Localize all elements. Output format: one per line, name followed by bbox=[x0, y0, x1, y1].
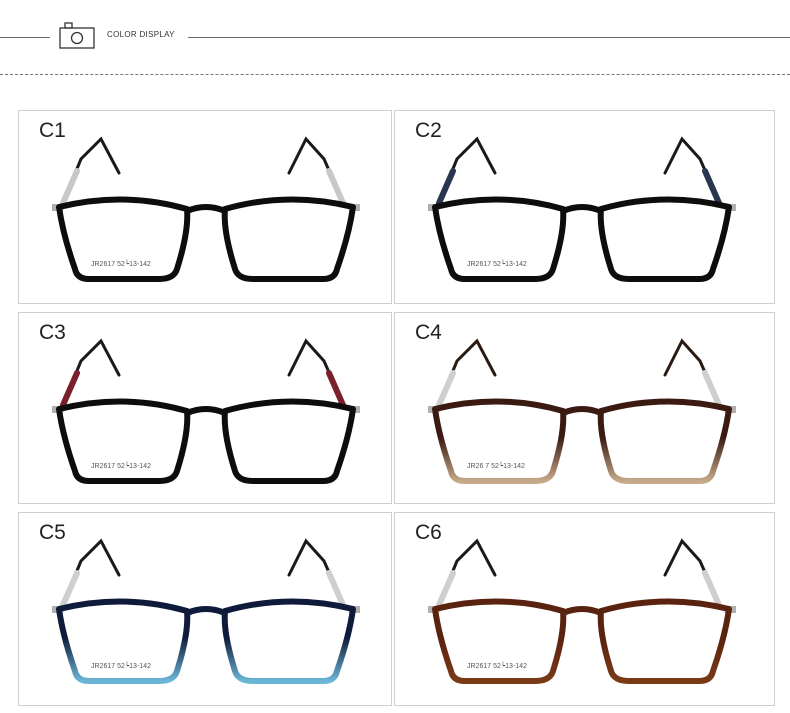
left-temple-arm bbox=[65, 136, 121, 195]
left-temple-arm bbox=[441, 338, 497, 397]
right-lens-rim bbox=[597, 196, 732, 282]
frame-imprint: JR2617 52┕13-142 bbox=[91, 259, 151, 268]
color-tile: JR26 7 52┕13-142 C4 bbox=[394, 312, 775, 504]
eyeglasses-frame-icon: JR2617 52┕13-142 bbox=[428, 136, 736, 282]
right-temple-arm bbox=[663, 136, 717, 195]
frame-imprint: JR2617 52┕13-142 bbox=[467, 259, 527, 268]
right-temple-arm bbox=[287, 136, 341, 195]
bridge bbox=[561, 406, 603, 416]
right-lens-rim bbox=[221, 598, 356, 684]
color-code-label: C2 bbox=[415, 119, 442, 142]
bridge bbox=[561, 204, 603, 214]
bridge bbox=[185, 204, 227, 214]
color-grid: JR2617 52┕13-142 C1 JR2617 52┕13-142 C2 … bbox=[0, 0, 790, 713]
left-temple-arm bbox=[441, 136, 497, 195]
eyeglasses-frame-icon: JR2617 52┕13-142 bbox=[52, 338, 360, 484]
right-temple-arm bbox=[663, 338, 717, 397]
color-tile: JR2617 52┕13-142 C1 bbox=[18, 110, 392, 304]
right-temple-arm bbox=[663, 538, 717, 597]
eyeglasses-frame-icon: JR2617 52┕13-142 bbox=[428, 538, 736, 684]
bridge bbox=[185, 406, 227, 416]
bridge bbox=[561, 606, 603, 616]
color-code-label: C5 bbox=[39, 521, 66, 544]
eyeglasses-frame-icon: JR2617 52┕13-142 bbox=[52, 136, 360, 282]
right-lens-rim bbox=[597, 598, 732, 684]
right-temple-arm bbox=[287, 538, 341, 597]
color-tile: JR2617 52┕13-142 C6 bbox=[394, 512, 775, 706]
right-lens-rim bbox=[221, 398, 356, 484]
right-lens-rim bbox=[597, 398, 732, 484]
color-code-label: C3 bbox=[39, 321, 66, 344]
bridge bbox=[185, 606, 227, 616]
eyeglasses-frame-icon: JR26 7 52┕13-142 bbox=[428, 338, 736, 484]
left-temple-arm bbox=[441, 538, 497, 597]
color-tile: JR2617 52┕13-142 C5 bbox=[18, 512, 392, 706]
color-code-label: C1 bbox=[39, 119, 66, 142]
color-code-label: C4 bbox=[415, 321, 442, 344]
left-temple-arm bbox=[65, 338, 121, 397]
frame-imprint: JR2617 52┕13-142 bbox=[91, 461, 151, 470]
right-temple-arm bbox=[287, 338, 341, 397]
frame-imprint: JR2617 52┕13-142 bbox=[467, 661, 527, 670]
frame-imprint: JR2617 52┕13-142 bbox=[91, 661, 151, 670]
color-tile: JR2617 52┕13-142 C3 bbox=[18, 312, 392, 504]
right-lens-rim bbox=[221, 196, 356, 282]
left-temple-arm bbox=[65, 538, 121, 597]
eyeglasses-frame-icon: JR2617 52┕13-142 bbox=[52, 538, 360, 684]
color-code-label: C6 bbox=[415, 521, 442, 544]
color-tile: JR2617 52┕13-142 C2 bbox=[394, 110, 775, 304]
frame-imprint: JR26 7 52┕13-142 bbox=[467, 461, 525, 470]
